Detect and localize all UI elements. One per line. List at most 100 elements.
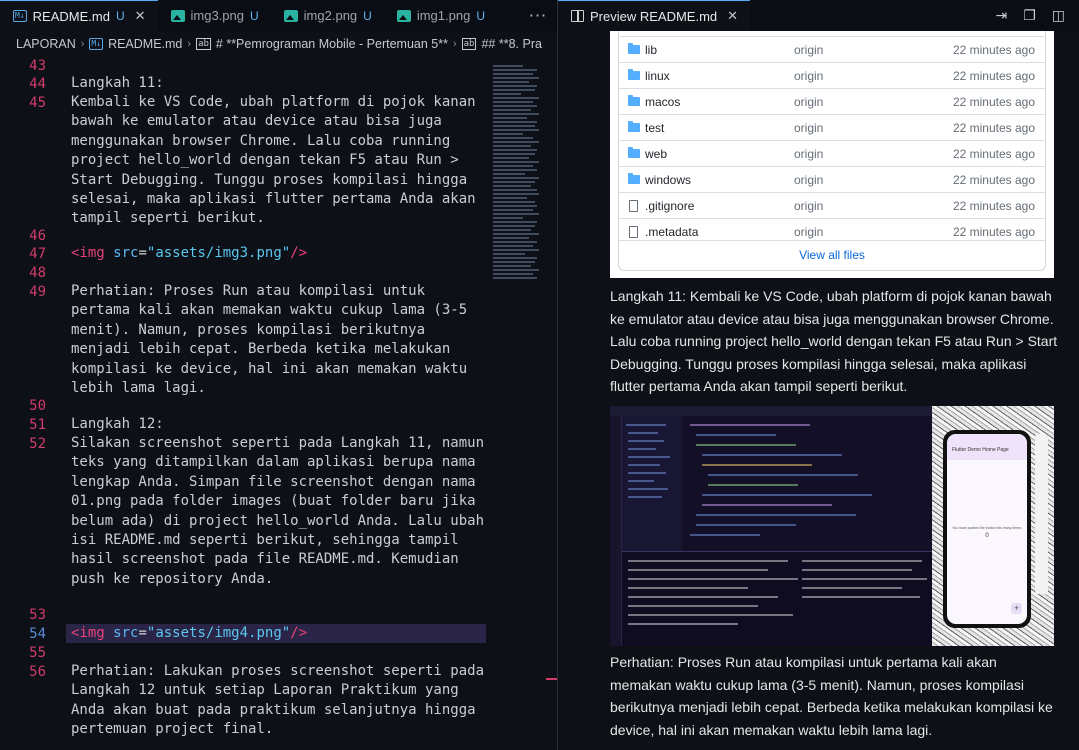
breadcrumb-item[interactable]: ## **8. Pra [481,37,541,51]
minimap-line [493,137,533,139]
code-line: Silakan screenshot seperti pada Langkah … [71,435,485,587]
html-string: "assets/img3.png" [146,245,291,261]
close-icon[interactable]: ✕ [135,8,146,24]
screenshot-explorer [622,416,682,551]
minimap-line [493,177,539,179]
breadcrumb: LAPORAN › M↓ README.md › ab # **Pemrogra… [0,31,557,57]
file-commit: origin [794,146,824,161]
file-commit: origin [794,68,824,83]
minimap[interactable] [490,57,545,297]
minimap-line [493,113,539,115]
github-files-screenshot: lib origin 22 minutes ago linux origin 2… [610,31,1054,278]
screenshot-line [628,480,654,482]
minimap-line [493,133,523,135]
minimap-line [493,101,533,103]
minimap-line [493,105,537,107]
breadcrumb-item[interactable]: LAPORAN [16,37,76,51]
open-source-icon[interactable]: ⇥ [995,8,1007,24]
minimap-line [493,89,535,91]
screenshot-line [696,514,856,516]
minimap-line [493,149,537,151]
file-row: windows origin 22 minutes ago [619,166,1045,192]
markdown-preview[interactable]: lib origin 22 minutes ago linux origin 2… [558,31,1079,750]
file-name: .gitignore [645,198,695,213]
phone-message: You have pushed the button this many tim… [952,526,1022,530]
file-name: macos [645,94,681,109]
minimap-line [493,145,531,147]
view-all-files-link: View all files [619,240,1045,270]
tab-label: img2.png [303,8,358,23]
file-age: 22 minutes ago [952,42,1035,57]
emulator-area: Flutter Demo Home Page You have pushed t… [932,406,1054,646]
screenshot-line [628,614,793,616]
close-icon[interactable]: ✕ [727,8,738,24]
preview-tab-bar: Preview README.md ✕ ⇥ ❐ ◫ [558,0,1079,31]
html-tag: /> [290,625,308,641]
minimap-line [493,129,539,131]
code-editor[interactable]: 43 44 45 46 47 48 49 50 51 52 53 54 55 5… [0,57,490,750]
minimap-line [493,161,539,163]
tab-img2[interactable]: img2.png U [271,0,384,31]
untracked-badge: U [250,8,259,23]
line-number: 49 [29,284,46,300]
tab-img3[interactable]: img3.png U [158,0,271,31]
file-age: 22 minutes ago [952,146,1035,161]
tab-readme[interactable]: M↓ README.md U ✕ [0,0,158,31]
minimap-line [493,185,531,187]
minimap-line [493,233,539,235]
minimap-line [493,173,525,175]
screenshot-line [628,472,666,474]
minimap-line [493,193,539,195]
minimap-line [493,93,521,95]
editor-scrollbar[interactable] [545,57,557,750]
emulator-toolbar [1035,434,1048,594]
minimap-line [493,249,539,251]
screenshot-line [702,464,812,466]
screenshot-line [628,488,668,490]
screenshot-line [696,434,776,436]
minimap-line [493,217,523,219]
screenshot-line [626,424,666,426]
scrollbar-marker [546,678,557,680]
breadcrumb-item[interactable]: README.md [108,37,182,51]
html-string: "assets/img4.png" [146,625,291,641]
file-commit: origin [794,120,824,135]
minimap-line [493,109,531,111]
minimap-line [493,277,537,279]
screenshot-line [628,560,788,562]
minimap-line [493,85,537,87]
file-commit: origin [794,42,824,57]
screenshot-line [708,484,798,486]
line-number: 50 [29,398,46,414]
screenshot-line [802,578,927,580]
file-name: .metadata [645,224,699,239]
tab-preview-readme[interactable]: Preview README.md ✕ [558,0,751,31]
line-number: 55 [29,645,46,661]
tab-img1[interactable]: img1.png U [384,0,497,31]
minimap-line [493,141,539,143]
tab-label: Preview README.md [590,8,718,24]
minimap-line [493,69,537,71]
screenshot-terminal [622,551,940,646]
screenshot-line [802,596,920,598]
file-name: test [645,120,665,135]
screenshot-line [628,448,656,450]
symbol-string-icon: ab [461,38,477,50]
code-line: <img src="assets/img4.png"/> [71,624,486,643]
minimap-line [493,225,535,227]
screenshot-line [802,587,902,589]
line-number: 45 [29,95,46,111]
split-editor-icon[interactable]: ◫ [1052,8,1065,24]
tab-label: img1.png [416,8,471,23]
more-actions-icon[interactable]: ··· [519,0,557,31]
copy-icon[interactable]: ❐ [1023,8,1036,24]
minimap-line [493,241,537,243]
screenshot-line [696,444,796,446]
minimap-line [493,117,527,119]
screenshot-line [690,534,760,536]
minimap-line [493,269,539,271]
screenshot-activity-bar [610,416,622,646]
breadcrumb-item[interactable]: # **Pemrograman Mobile - Pertemuan 5** [216,37,448,51]
line-number: 44 [29,76,46,92]
html-tag: /> [290,245,308,261]
